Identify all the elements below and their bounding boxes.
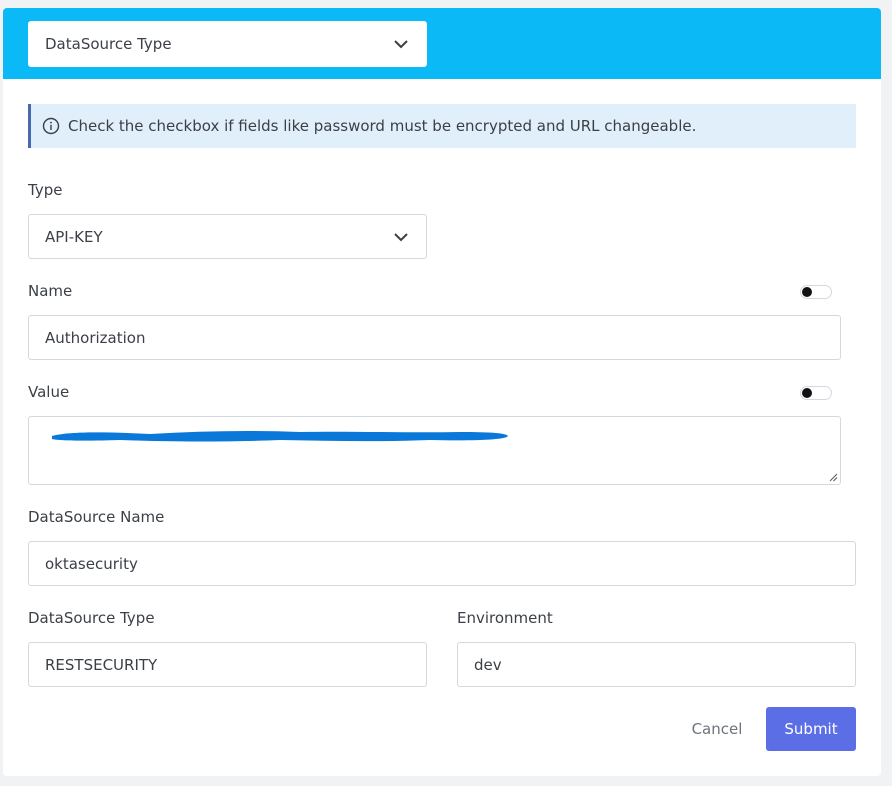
datasource-name-input-value: oktasecurity (45, 554, 138, 573)
info-alert-text: Check the checkbox if fields like passwo… (68, 117, 697, 135)
environment-input-value: dev (474, 655, 502, 674)
resize-grip-icon[interactable] (829, 473, 838, 482)
environment-input[interactable]: dev (457, 642, 856, 687)
toggle-knob (802, 287, 812, 297)
datasource-type-input-value: RESTSECURITY (45, 655, 158, 674)
value-encrypt-toggle[interactable] (800, 386, 832, 400)
datasource-form-card: DataSource Type Check the checkbox if fi… (3, 8, 881, 776)
chevron-down-icon (394, 232, 408, 241)
datasource-type-select-label: DataSource Type (45, 35, 172, 53)
info-icon (42, 117, 60, 135)
value-label: Value (28, 383, 70, 401)
header-bar: DataSource Type (3, 8, 881, 79)
name-label: Name (28, 282, 73, 300)
datasource-name-label: DataSource Name (28, 508, 165, 526)
type-select-value: API-KEY (45, 227, 103, 246)
cancel-button[interactable]: Cancel (677, 708, 757, 750)
type-label: Type (28, 181, 63, 199)
toggle-knob (802, 388, 812, 398)
type-select[interactable]: API-KEY (28, 214, 427, 259)
environment-label: Environment (457, 609, 553, 627)
submit-button[interactable]: Submit (766, 707, 856, 751)
datasource-name-input[interactable]: oktasecurity (28, 541, 856, 586)
value-textarea[interactable] (28, 416, 841, 485)
chevron-down-icon (394, 40, 408, 49)
redaction-mark (52, 430, 508, 442)
datasource-type-label: DataSource Type (28, 609, 155, 627)
name-encrypt-toggle[interactable] (800, 285, 832, 299)
name-input-value: Authorization (45, 328, 146, 347)
datasource-type-select[interactable]: DataSource Type (28, 21, 427, 67)
datasource-type-input[interactable]: RESTSECURITY (28, 642, 427, 687)
name-input[interactable]: Authorization (28, 315, 841, 360)
info-alert: Check the checkbox if fields like passwo… (28, 104, 856, 148)
